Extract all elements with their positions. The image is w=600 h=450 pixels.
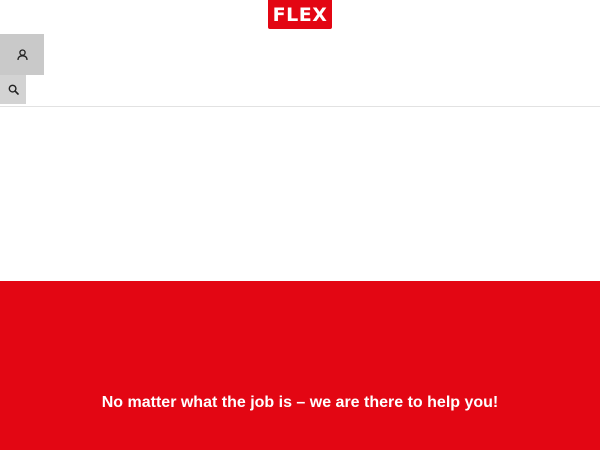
hero-banner: No matter what the job is – we are there…	[0, 281, 600, 450]
search-icon	[8, 84, 19, 95]
hero-headline: No matter what the job is – we are there…	[101, 394, 499, 411]
site-header: FLEX	[0, 0, 600, 107]
account-button[interactable]	[0, 34, 44, 75]
page: FLEX No matter what the job is – we are …	[0, 0, 600, 450]
logo-text: FLEX	[272, 3, 328, 26]
user-icon	[16, 48, 28, 61]
flex-logo-link[interactable]: FLEX	[268, 0, 332, 29]
search-button[interactable]	[0, 75, 26, 104]
